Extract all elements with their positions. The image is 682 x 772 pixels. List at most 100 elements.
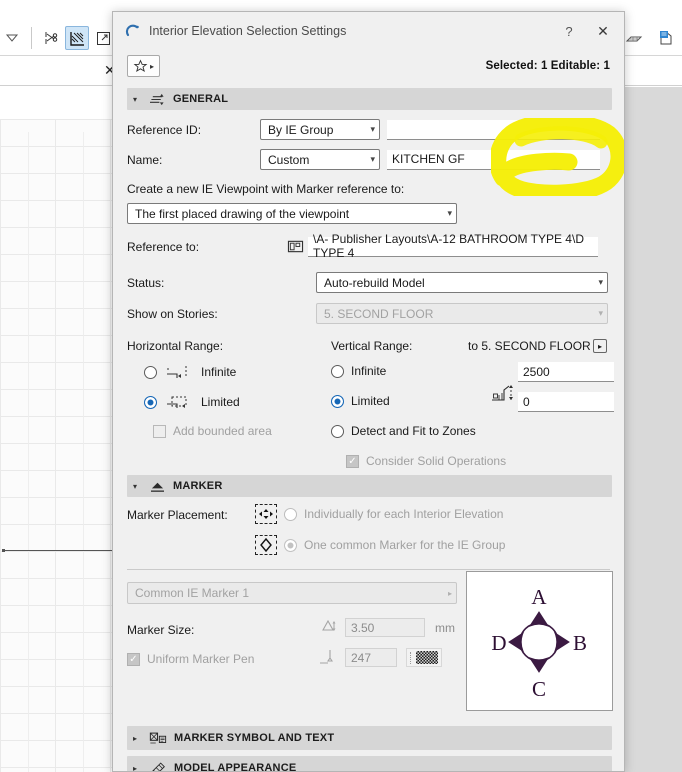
marker-symbol-text-section-header[interactable]: ▸ MARKER SYMBOL AND TEXT xyxy=(127,726,612,750)
top-elevation-input[interactable]: 2500 xyxy=(518,362,614,382)
marker-detail-block: Common IE Marker 1 ▸ Marker Size: 3.50 m… xyxy=(113,570,624,720)
uniform-marker-pen-label: Uniform Marker Pen xyxy=(147,652,255,666)
name-value: KITCHEN GF xyxy=(392,152,465,166)
viewpoint-value: The first placed drawing of the viewpoin… xyxy=(135,206,350,221)
pen-number-value: 247 xyxy=(351,650,372,665)
model-appearance-label: MODEL APPEARANCE xyxy=(174,762,297,772)
marker-placement-common-label: One common Marker for the IE Group xyxy=(304,538,506,552)
horizontal-infinite-option[interactable]: Infinite xyxy=(144,364,236,380)
brick-wall-icon[interactable] xyxy=(622,26,646,50)
reference-to-input[interactable]: \A- Publisher Layouts\A-12 BATHROOM TYPE… xyxy=(308,232,598,260)
add-bounded-area-checkbox xyxy=(153,424,166,438)
reference-id-select[interactable]: By IE Group ▾ xyxy=(260,119,380,140)
marker-preview-graphic: A B C D xyxy=(491,585,587,701)
consider-solid-operations-label: Consider Solid Operations xyxy=(366,454,507,468)
general-collapse-arrow[interactable]: ▾ xyxy=(133,95,142,104)
toolbar-left-group xyxy=(0,26,115,50)
selection-status: Selected: 1 Editable: 1 xyxy=(485,60,610,72)
reference-id-value: By IE Group xyxy=(268,122,334,137)
name-input[interactable]: KITCHEN GF xyxy=(387,149,600,170)
viewpoint-select[interactable]: The first placed drawing of the viewpoin… xyxy=(127,203,457,224)
range-infinite-icon xyxy=(164,364,194,380)
favorites-row: ▸ Selected: 1 Editable: 1 xyxy=(113,50,624,82)
marker-label-right: B xyxy=(573,631,587,655)
marker-size-input: 3.50 xyxy=(345,618,425,637)
show-on-stories-label: Show on Stories: xyxy=(127,306,218,321)
vertical-limited-option[interactable]: Limited xyxy=(331,394,390,408)
show-on-stories-select: 5. SECOND FLOOR ▾ xyxy=(316,303,608,324)
general-section-label: GENERAL xyxy=(173,93,229,105)
consider-solid-operations-option: ✓ Consider Solid Operations xyxy=(346,454,506,468)
status-select[interactable]: Auto-rebuild Model ▾ xyxy=(316,272,608,293)
marker-section-header[interactable]: ▾ MARKER xyxy=(127,475,612,497)
common-marker-select: Common IE Marker 1 ▸ xyxy=(127,582,457,604)
vertical-limited-radio[interactable] xyxy=(331,394,344,408)
reference-to-value: \A- Publisher Layouts\A-12 BATHROOM TYPE… xyxy=(313,232,584,260)
vertical-infinite-option[interactable]: Infinite xyxy=(331,364,386,378)
bottom-elevation-input[interactable]: 0 xyxy=(518,392,614,412)
marker-size-value: 3.50 xyxy=(351,620,375,635)
show-on-stories-value: 5. SECOND FLOOR xyxy=(324,306,434,321)
reference-id-row: Reference ID: By IE Group ▾ xyxy=(127,116,612,143)
model-appearance-icon xyxy=(149,761,167,771)
pen-number-input: 247 xyxy=(345,648,397,667)
vertical-range-label: Vertical Range: xyxy=(331,339,413,353)
reference-id-input[interactable] xyxy=(387,119,600,140)
scissors-trim-icon[interactable] xyxy=(39,26,63,50)
dialog-close-button[interactable]: ✕ xyxy=(586,17,620,45)
dropdown-triangle-icon[interactable] xyxy=(0,26,24,50)
marker-label-left: D xyxy=(491,631,506,655)
layout-book-icon[interactable] xyxy=(282,239,308,254)
detect-fit-zones-radio[interactable] xyxy=(331,424,344,438)
marker-symbol-text-label: MARKER SYMBOL AND TEXT xyxy=(174,732,335,744)
uniform-marker-pen-checkbox: ✓ xyxy=(127,652,140,666)
horizontal-limited-radio[interactable] xyxy=(144,395,157,409)
marker-collapse-arrow[interactable]: ▾ xyxy=(133,482,142,491)
to-story-label: to 5. SECOND FLOOR xyxy=(468,339,591,353)
status-label: Status: xyxy=(127,275,165,290)
marker-placement-common-radio xyxy=(284,538,297,552)
elevation-height-icon xyxy=(490,382,516,406)
uniform-marker-pen-option: ✓ Uniform Marker Pen xyxy=(127,652,254,666)
model-appearance-section-header[interactable]: ▸ MODEL APPEARANCE xyxy=(127,756,612,772)
favorites-button[interactable]: ▸ xyxy=(127,55,160,77)
status-value: Auto-rebuild Model xyxy=(324,275,425,290)
detect-fit-zones-option[interactable]: Detect and Fit to Zones xyxy=(331,424,476,438)
to-story-arrow-button[interactable]: ▸ xyxy=(593,339,607,353)
add-bounded-area-label: Add bounded area xyxy=(173,424,272,438)
marker-section-label: MARKER xyxy=(173,480,223,492)
tile-pattern-offset xyxy=(0,132,116,772)
building-info-icon[interactable] xyxy=(654,26,678,50)
general-section-header[interactable]: ▾ GENERAL xyxy=(127,88,612,110)
reference-id-label: Reference ID: xyxy=(127,122,202,137)
common-marker-arrow: ▸ xyxy=(447,588,452,598)
show-on-stories-row: Show on Stories: 5. SECOND FLOOR ▾ xyxy=(127,300,612,327)
marker-symbol-text-arrow[interactable]: ▸ xyxy=(133,734,142,743)
dialog-title: Interior Elevation Selection Settings xyxy=(149,24,347,38)
chevron-down-icon: ▾ xyxy=(598,277,603,287)
pen-color-swatch xyxy=(406,648,442,667)
horizontal-limited-option[interactable]: Limited xyxy=(144,394,240,410)
horizontal-infinite-radio[interactable] xyxy=(144,365,157,379)
help-button[interactable]: ? xyxy=(552,17,586,45)
fill-hatch-icon[interactable] xyxy=(65,26,89,50)
top-elevation-value: 2500 xyxy=(523,364,550,379)
toolbar-right-group xyxy=(622,26,678,50)
ranges-block: Horizontal Range: Vertical Range: to 5. … xyxy=(113,339,624,469)
reference-to-row: Reference to: \A- Publisher Layouts\A-12… xyxy=(127,232,612,260)
common-marker-icon xyxy=(255,535,277,555)
marker-placement-block: Marker Placement: Individually for each … xyxy=(113,497,624,569)
interior-elevation-settings-dialog[interactable]: Interior Elevation Selection Settings ? … xyxy=(112,11,625,772)
chevron-down-icon: ▾ xyxy=(598,308,603,318)
star-icon xyxy=(133,59,148,74)
vertical-infinite-label: Infinite xyxy=(351,364,387,378)
chevron-down-icon: ▾ xyxy=(370,124,375,134)
model-appearance-arrow[interactable]: ▸ xyxy=(133,764,142,772)
horizontal-limited-label: Limited xyxy=(201,395,240,409)
marker-label-bottom: C xyxy=(532,677,546,701)
vertical-infinite-radio[interactable] xyxy=(331,364,344,378)
name-mode-select[interactable]: Custom ▾ xyxy=(260,149,380,170)
favorites-arrow: ▸ xyxy=(149,61,154,71)
add-bounded-area-option: Add bounded area xyxy=(153,424,272,438)
marker-size-icon xyxy=(315,618,345,634)
